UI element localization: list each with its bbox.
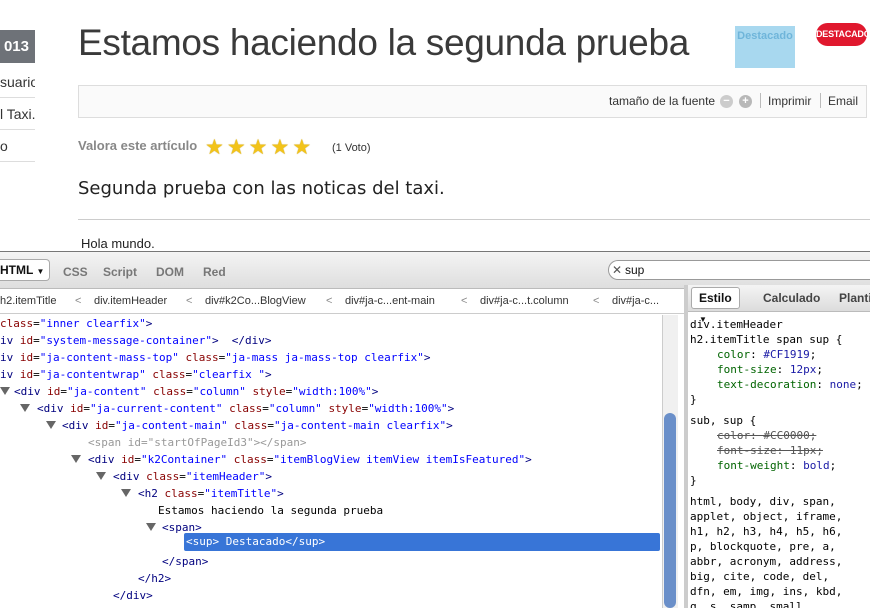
tab-script[interactable]: Script xyxy=(103,265,137,279)
star-icon[interactable]: ★ xyxy=(249,136,268,160)
tab-layout[interactable]: Planti xyxy=(839,291,870,305)
breadcrumb-separator: < xyxy=(461,295,468,307)
star-icon[interactable]: ★ xyxy=(227,136,246,160)
tree-node[interactable]: <span id="startOfPageId3"></span> xyxy=(88,434,307,451)
star-icon[interactable]: ★ xyxy=(292,136,311,160)
css-selector: big, cite, code, del, xyxy=(690,570,830,583)
side-panel-tabs: Estilo ▼ Calculado Planti xyxy=(688,285,870,324)
sidebar-item[interactable]: o xyxy=(0,130,35,162)
font-size-label: tamaño de la fuente xyxy=(609,94,716,108)
breadcrumb-separator: < xyxy=(186,295,193,307)
css-selector: html, body, div, span, xyxy=(690,495,836,508)
sidebar-item[interactable]: suario xyxy=(0,66,35,98)
breadcrumb: h2.itemTitle < div.itemHeader < div#k2Co… xyxy=(0,290,684,314)
panel-splitter[interactable] xyxy=(684,285,688,608)
breadcrumb-item[interactable]: div#ja-c... xyxy=(612,295,659,307)
expand-triangle-icon[interactable] xyxy=(46,421,56,429)
article-body: Hola mundo. xyxy=(81,236,155,251)
tree-node[interactable]: </div> xyxy=(113,587,153,604)
scrollbar-thumb[interactable] xyxy=(664,413,676,608)
text-node[interactable]: Estamos haciendo la segunda prueba xyxy=(158,502,383,519)
tree-node[interactable]: iv id="ja-content-mass-top" class="ja-ma… xyxy=(0,349,431,366)
tree-node[interactable]: class="inner clearfix"> xyxy=(0,315,152,332)
tree-node[interactable]: <div id="k2Container" class="itemBlogVie… xyxy=(88,451,532,468)
css-rules-panel: div.itemHeader h2.itemTitle span sup { c… xyxy=(690,315,870,608)
expand-triangle-icon[interactable] xyxy=(0,387,10,395)
rating-label: Valora este artículo xyxy=(78,138,198,153)
font-decrease-button[interactable]: − xyxy=(720,95,733,108)
css-declaration-overridden[interactable]: font-size: 11px; xyxy=(717,443,823,458)
expand-triangle-icon[interactable] xyxy=(96,472,106,480)
breadcrumb-item[interactable]: div#k2Co...BlogView xyxy=(205,295,306,307)
chevron-down-icon: ▼ xyxy=(36,267,45,276)
article-intro: Segunda prueba con las noticas del taxi. xyxy=(78,178,445,199)
star-icon[interactable]: ★ xyxy=(270,136,289,160)
tree-node[interactable]: iv id="system-message-container"> </div> xyxy=(0,332,272,349)
css-declaration[interactable]: text-decoration: none; xyxy=(717,377,863,392)
css-selector: h2.itemTitle span sup { xyxy=(690,333,843,346)
expand-triangle-icon[interactable] xyxy=(121,489,131,497)
breadcrumb-separator: < xyxy=(593,295,600,307)
css-declaration[interactable]: color: #CF1919; xyxy=(717,347,816,362)
css-declaration-overridden[interactable]: color: #CC0000; xyxy=(717,428,816,443)
tab-style[interactable]: Estilo ▼ xyxy=(691,287,740,324)
expand-triangle-icon[interactable] xyxy=(20,404,30,412)
tab-html-label: HTML xyxy=(0,263,34,277)
css-brace: } xyxy=(690,474,697,487)
css-selector: h1, h2, h3, h4, h5, h6, xyxy=(690,525,843,538)
toolbar-divider xyxy=(820,93,821,108)
css-selector: p, blockquote, pre, a, xyxy=(690,540,836,553)
css-declaration[interactable]: font-size: 12px; xyxy=(717,362,823,377)
tab-net[interactable]: Red xyxy=(203,265,226,279)
search-value: sup xyxy=(625,263,645,277)
tree-node[interactable]: <h2 class="itemTitle"> xyxy=(138,485,284,502)
article-toolbar: tamaño de la fuente − + Imprimir Email xyxy=(78,85,867,118)
css-declaration[interactable]: font-weight: bold; xyxy=(717,458,836,473)
css-brace: } xyxy=(690,393,697,406)
tab-css[interactable]: CSS xyxy=(63,265,88,279)
breadcrumb-item[interactable]: div.itemHeader xyxy=(94,295,167,307)
article-divider xyxy=(78,219,870,220)
css-selector: dfn, em, img, ins, kbd, xyxy=(690,585,843,598)
year-badge: 013 xyxy=(0,30,35,63)
tree-node[interactable]: <div class="itemHeader"> xyxy=(113,468,272,485)
breadcrumb-item[interactable]: h2.itemTitle xyxy=(0,295,56,307)
rating-stars[interactable]: ★ ★ ★ ★ ★ xyxy=(205,136,311,160)
article-title: Estamos haciendo la segunda prueba xyxy=(78,22,690,63)
tree-node[interactable]: </span> xyxy=(162,553,208,570)
expand-triangle-icon[interactable] xyxy=(146,523,156,531)
expand-triangle-icon[interactable] xyxy=(71,455,81,463)
breadcrumb-item[interactable]: div#ja-c...ent-main xyxy=(345,295,435,307)
tree-node[interactable]: <div id="ja-content-main" class="ja-cont… xyxy=(62,417,453,434)
css-selector: q, s, samp, small, xyxy=(690,600,810,608)
tree-node[interactable]: iv id="ja-contentwrap" class="clearfix "… xyxy=(0,366,272,383)
breadcrumb-separator: < xyxy=(75,295,82,307)
selected-tree-node[interactable]: <sup> Destacado</sup> xyxy=(184,533,660,551)
tree-node[interactable]: <div id="ja-content" class="column" styl… xyxy=(14,383,378,400)
clear-search-icon[interactable]: ✕ xyxy=(612,261,622,279)
featured-badge: DESTACADO xyxy=(816,23,870,46)
tab-dom[interactable]: DOM xyxy=(156,265,184,279)
font-increase-button[interactable]: + xyxy=(739,95,752,108)
email-link[interactable]: Email xyxy=(828,94,858,108)
tab-style-label: Estilo xyxy=(699,291,732,305)
breadcrumb-separator: < xyxy=(326,295,333,307)
html-tree: class="inner clearfix"> iv id="system-me… xyxy=(0,315,662,608)
tab-computed[interactable]: Calculado xyxy=(763,291,820,305)
star-icon[interactable]: ★ xyxy=(205,136,224,160)
print-link[interactable]: Imprimir xyxy=(768,94,811,108)
search-input[interactable]: ✕ sup xyxy=(608,260,870,280)
toolbar-divider xyxy=(760,93,761,108)
css-selector: sub, sup { xyxy=(690,414,757,427)
tree-node[interactable]: <div id="ja-current-content" class="colu… xyxy=(37,400,454,417)
breadcrumb-item[interactable]: div#ja-c...t.column xyxy=(480,295,569,307)
tab-html[interactable]: HTML ▼ xyxy=(0,259,50,281)
css-selector: abbr, acronym, address, xyxy=(690,555,843,568)
tree-node[interactable]: </h2> xyxy=(138,570,171,587)
css-selector: applet, object, iframe, xyxy=(690,510,843,523)
sidebar-item[interactable]: l Taxi. xyxy=(0,98,35,130)
css-selector: div.itemHeader xyxy=(690,318,783,331)
vote-count: (1 Voto) xyxy=(332,142,371,154)
featured-sup-highlight: Destacado xyxy=(735,26,795,68)
